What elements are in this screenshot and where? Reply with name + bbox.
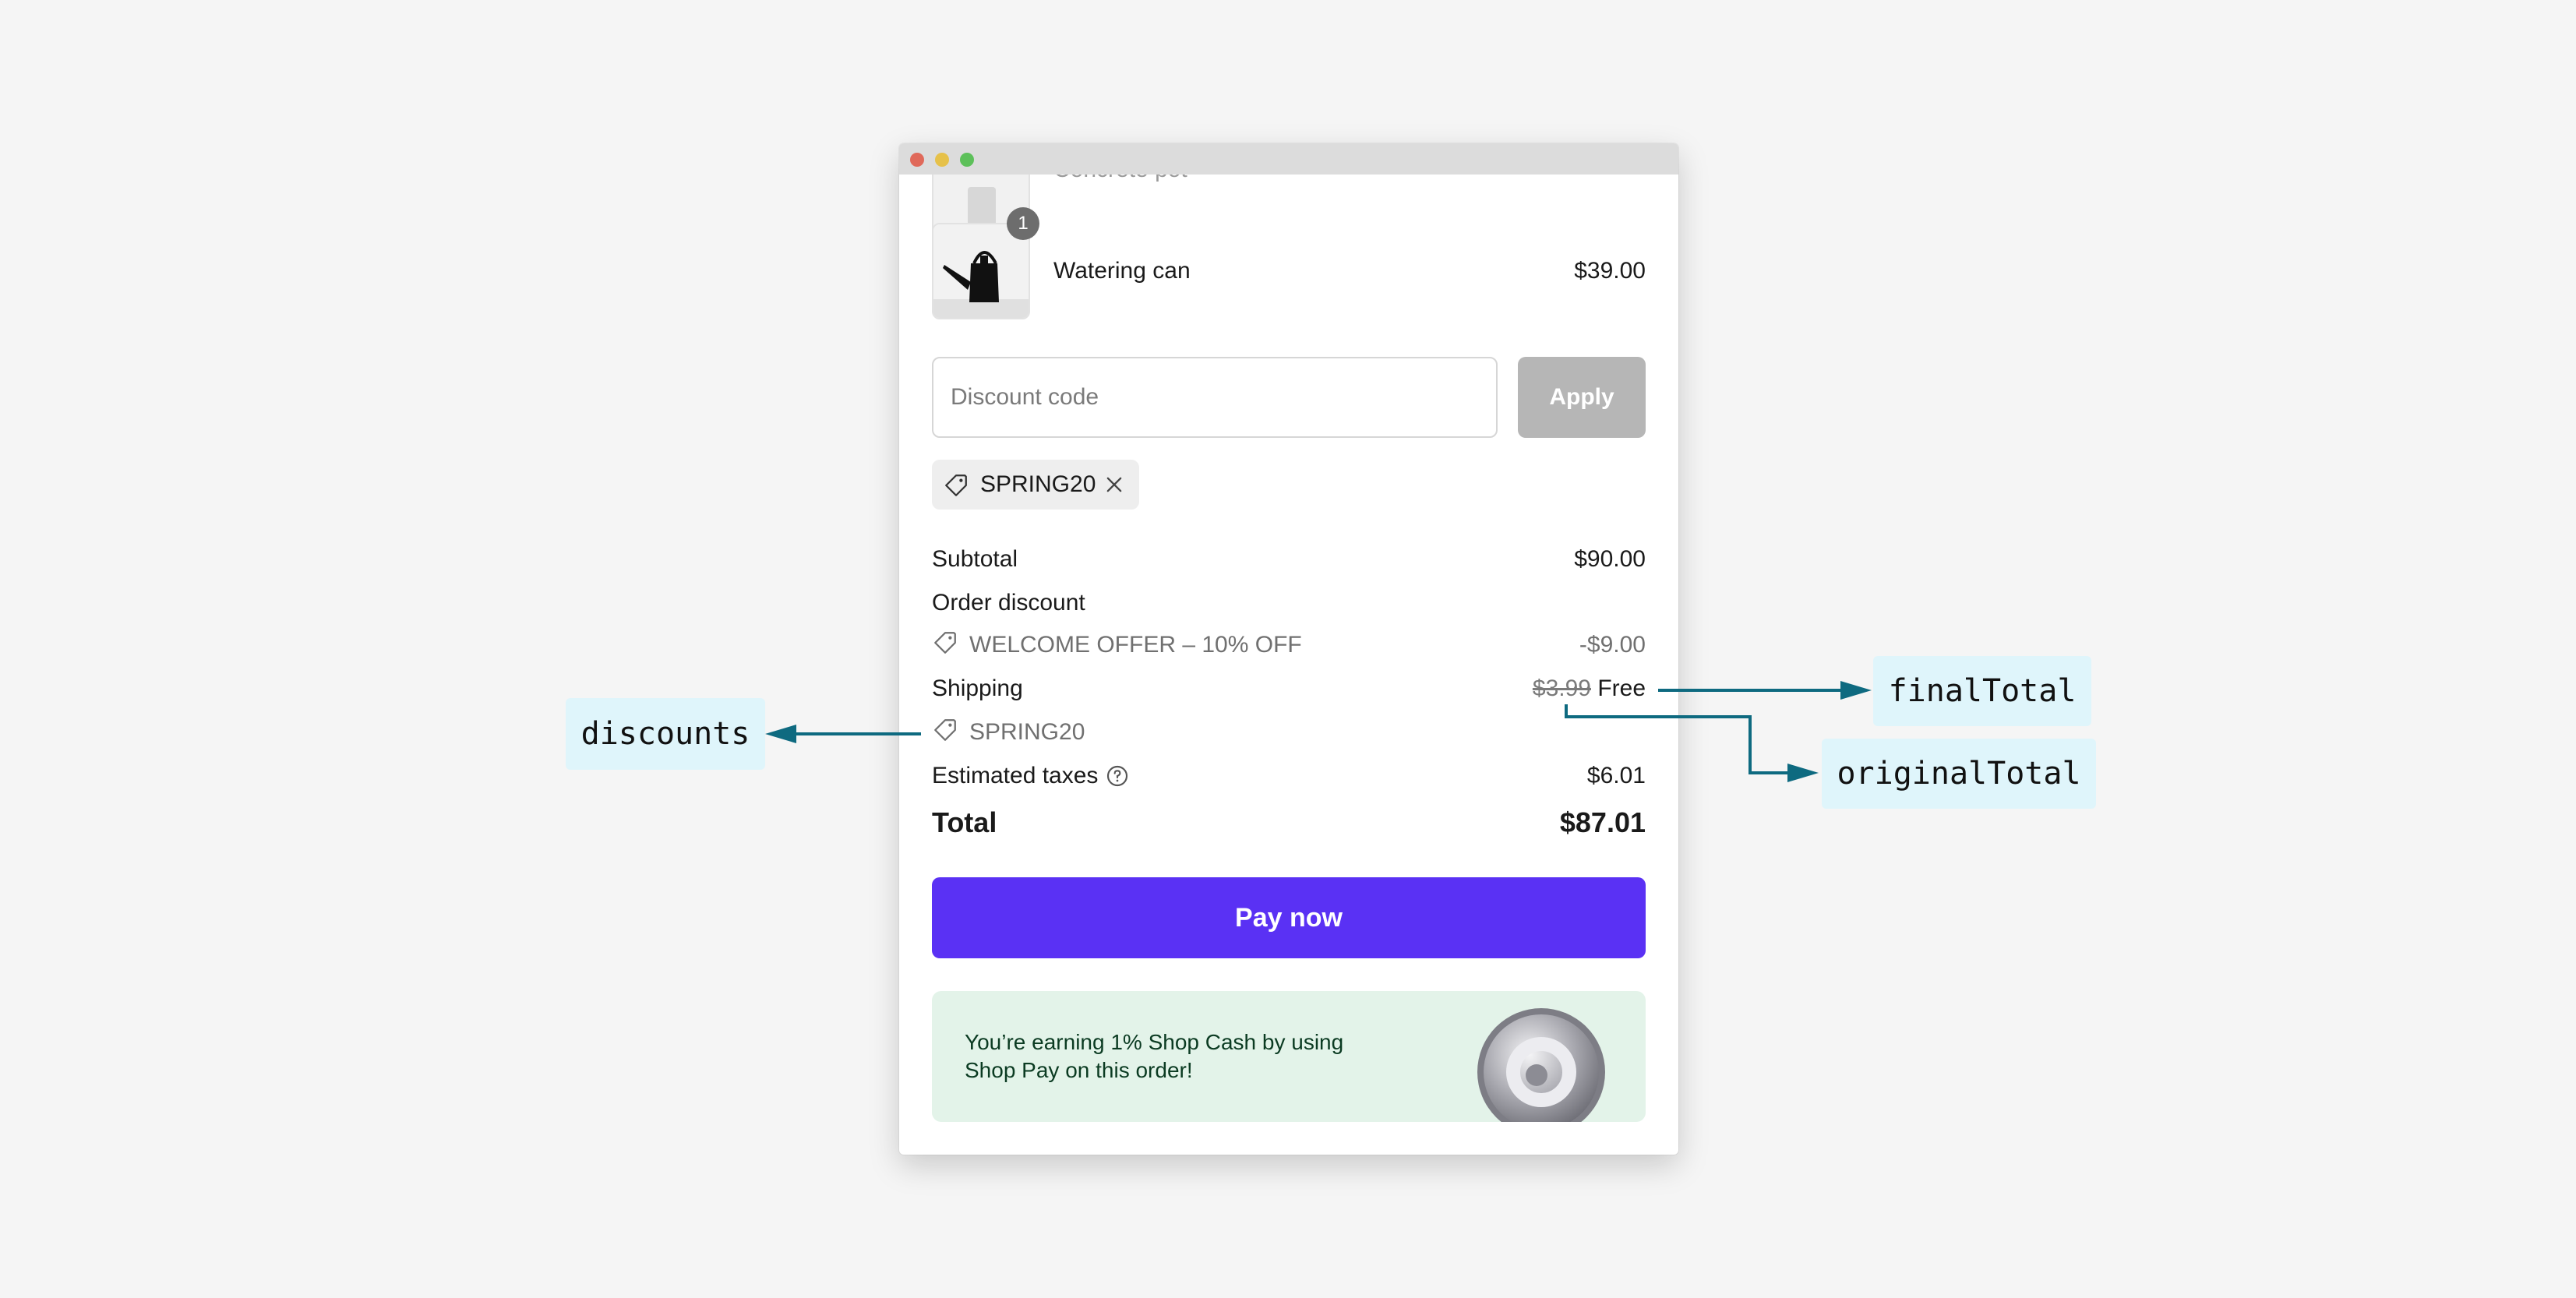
subtotal-label: Subtotal	[932, 546, 1018, 572]
quantity-badge: 1	[1007, 207, 1039, 240]
pay-now-button[interactable]: Pay now	[932, 877, 1646, 958]
discounts-callout: discounts	[566, 698, 765, 770]
help-icon[interactable]	[1105, 764, 1130, 792]
window-titlebar	[899, 143, 1678, 175]
discount-code-input[interactable]	[932, 357, 1498, 438]
subtotal-value: $90.00	[1574, 546, 1646, 572]
tag-icon	[932, 717, 958, 747]
shipping-label: Shipping	[932, 675, 1023, 701]
original-total-arrow-head	[1787, 764, 1819, 782]
watering-can-image	[933, 224, 1029, 318]
order-discount-value: -$9.00	[1579, 632, 1646, 658]
final-total-arrow-head	[1840, 681, 1872, 700]
order-summary-panel: Concrete pot 1 Watering can $39.00 Apply	[899, 143, 1678, 1155]
applied-discount-code: SPRING20	[980, 471, 1096, 497]
tag-icon	[932, 630, 958, 660]
minimize-window-button[interactable]	[935, 153, 949, 167]
taxes-value: $6.01	[1586, 763, 1646, 788]
taxes-label: Estimated taxes	[932, 763, 1099, 788]
shop-cash-line-2: Shop Pay on this order!	[965, 1058, 1193, 1082]
discounts-arrow-head	[765, 725, 796, 743]
maximize-window-button[interactable]	[960, 153, 974, 167]
shipping-discount-code: SPRING20	[969, 719, 1085, 745]
shop-cash-banner: You’re earning 1% Shop Cash by using Sho…	[932, 991, 1646, 1122]
order-discount-name: WELCOME OFFER – 10% OFF	[969, 632, 1302, 658]
shipping-value: $3.99 Free	[1412, 675, 1646, 703]
shipping-final-price: Free	[1597, 675, 1646, 701]
shop-cash-coin-icon	[1471, 1007, 1611, 1122]
final-total-callout: finalTotal	[1873, 656, 2091, 726]
checkout-window: Concrete pot 1 Watering can $39.00 Apply	[899, 143, 1678, 1155]
cart-item-name: Watering can	[1053, 258, 1191, 284]
apply-discount-button[interactable]: Apply	[1518, 357, 1646, 438]
shipping-original-price: $3.99	[1532, 675, 1591, 701]
close-window-button[interactable]	[910, 153, 924, 167]
shop-cash-line-1: You’re earning 1% Shop Cash by using	[965, 1030, 1344, 1054]
cart-item-price: $39.00	[1574, 258, 1646, 284]
order-discount-label: Order discount	[932, 590, 1085, 615]
close-icon[interactable]	[1103, 474, 1125, 499]
total-label: Total	[932, 806, 997, 838]
total-value: $87.01	[1559, 806, 1646, 838]
tag-icon	[943, 472, 969, 503]
original-total-callout: originalTotal	[1822, 739, 2096, 809]
applied-discount-chip: SPRING20	[932, 460, 1139, 510]
